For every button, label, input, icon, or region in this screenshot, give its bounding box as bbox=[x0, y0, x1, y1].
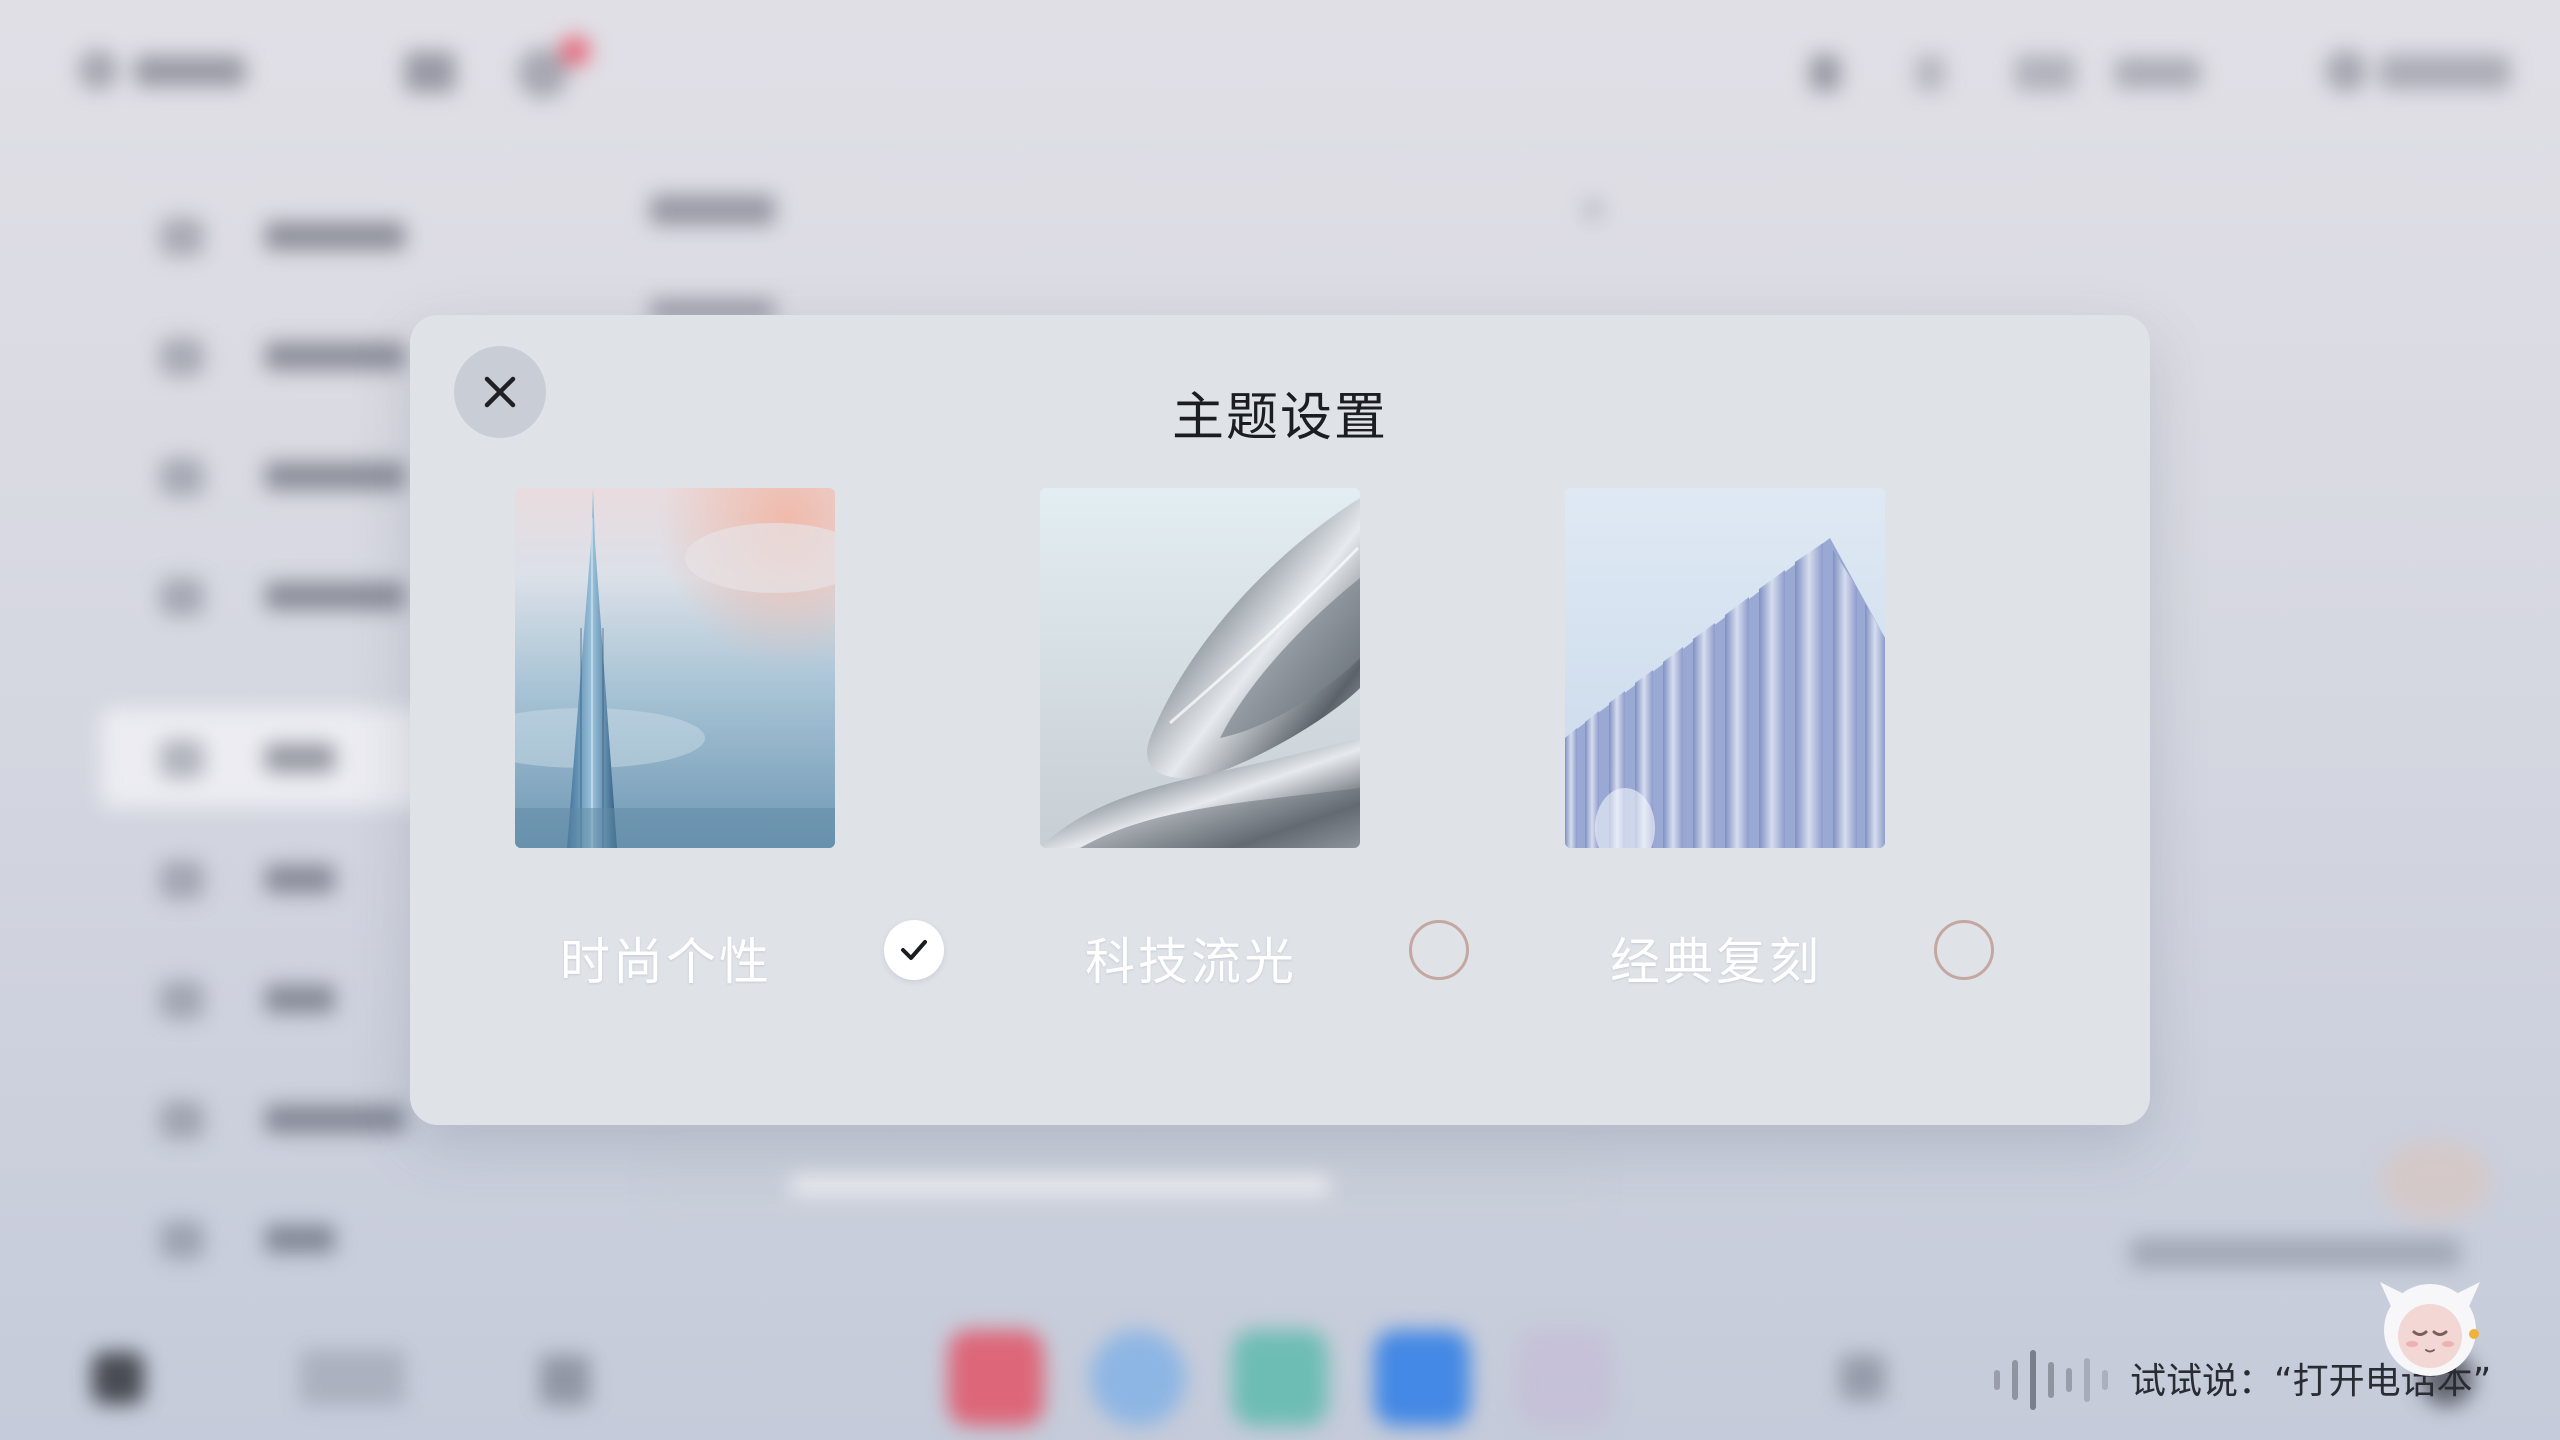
sidebar-item-blur bbox=[160, 963, 410, 1033]
skyscraper-image bbox=[515, 488, 835, 848]
pleated-facade-image bbox=[1565, 488, 1885, 848]
theme-label-classic: 经典复刻 bbox=[1610, 933, 1822, 991]
dock-app-blue bbox=[1090, 1330, 1186, 1426]
chrome-swirl-image bbox=[1040, 488, 1360, 848]
theme-card-classic[interactable] bbox=[1565, 488, 1885, 848]
checkmark-icon bbox=[901, 940, 927, 960]
theme-radio-classic[interactable] bbox=[1934, 920, 1994, 980]
theme-radio-fashion[interactable] bbox=[884, 920, 944, 980]
theme-card-fashion[interactable] bbox=[515, 488, 835, 848]
voice-wave-icon bbox=[1994, 1350, 2108, 1410]
cat-mascot-icon[interactable] bbox=[2370, 1262, 2490, 1382]
status-time-blur bbox=[2115, 58, 2200, 88]
phone-icon-blur bbox=[540, 1355, 590, 1405]
sidebar-item-blur bbox=[160, 722, 410, 792]
phone-end-blur bbox=[1840, 1355, 1885, 1400]
dock-app-nav bbox=[1374, 1330, 1470, 1426]
screen: 主题设置 时尚个性 科技流光 经典复刻 试试说：“打开电话本” bbox=[0, 0, 2560, 1440]
sidebar-item-blur bbox=[160, 1203, 410, 1273]
content-chevron-blur bbox=[1585, 200, 1601, 220]
notification-badge bbox=[560, 36, 590, 66]
user-icon bbox=[2325, 50, 2367, 92]
sidebar-item-blur bbox=[160, 560, 410, 630]
sidebar-item-blur bbox=[160, 200, 410, 270]
sidebar-item-blur bbox=[160, 843, 410, 913]
status-icons-blur bbox=[1810, 55, 1840, 91]
dock-app-teal bbox=[1232, 1330, 1328, 1426]
theme-label-fashion: 时尚个性 bbox=[560, 933, 772, 991]
status-icons-blur-3 bbox=[2015, 55, 2075, 91]
status-label-blur bbox=[135, 56, 245, 86]
dock-app-red bbox=[948, 1330, 1044, 1426]
dialog-title: 主题设置 bbox=[1171, 388, 1388, 448]
theme-settings-dialog: 主题设置 时尚个性 科技流光 经典复刻 bbox=[410, 315, 2150, 1125]
content-heading-blur bbox=[650, 195, 775, 225]
status-icons-blur-2 bbox=[1915, 55, 1945, 91]
sidebar-item-blur bbox=[160, 1083, 410, 1153]
sidebar-item-blur bbox=[160, 440, 410, 510]
dock-app-grid bbox=[1516, 1330, 1612, 1426]
settings-icon bbox=[78, 50, 118, 90]
theme-label-tech: 科技流光 bbox=[1085, 933, 1297, 991]
status-icon-blur bbox=[405, 52, 455, 92]
theme-radio-tech[interactable] bbox=[1409, 920, 1469, 980]
user-name-blur bbox=[2380, 55, 2510, 89]
home-icon bbox=[92, 1352, 144, 1404]
ac-off-blur bbox=[300, 1350, 405, 1405]
theme-card-tech[interactable] bbox=[1040, 488, 1360, 848]
floating-avatar-blur bbox=[2380, 1140, 2490, 1220]
sidebar-item-blur bbox=[160, 320, 410, 390]
slider-fill-blur bbox=[790, 1177, 1330, 1193]
